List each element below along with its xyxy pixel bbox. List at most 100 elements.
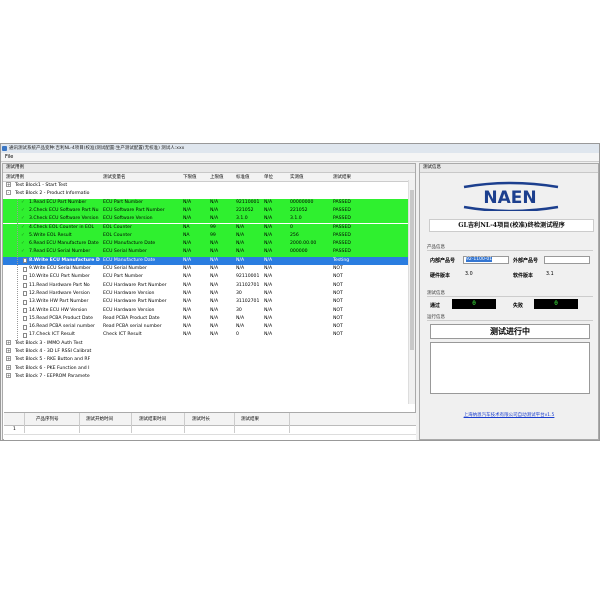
cell-low: N/A [183, 299, 192, 305]
tree-block-row[interactable]: + Test Block 5 - RKE Button and RF [3, 356, 415, 364]
cell-unit: N/A [264, 257, 273, 263]
cell-low: N/A [183, 307, 192, 313]
tree-item-row[interactable]: ✓ 7.Read ECU Serial Number ECU Serial Numb… [3, 248, 415, 257]
tree-item-row[interactable]: ✓ 2.Check ECU Software Part Nu ECU Softwar… [3, 206, 415, 216]
test-case-panel-title: 测试用例 [3, 164, 415, 173]
cell-low: N/A [183, 290, 192, 296]
cell-high: N/A [210, 266, 219, 271]
cell-unit: N/A [264, 324, 273, 330]
check-icon: ✓ [21, 207, 25, 213]
sw-version-label: 软件版本 [513, 273, 534, 279]
cell-std: N/A [236, 241, 245, 247]
cell-result: NOT [333, 274, 343, 280]
cell-low: N/A [183, 199, 192, 205]
cell-unit: N/A [264, 307, 273, 313]
expand-icon[interactable]: + [6, 356, 11, 362]
test-case-name: 17.Check ICT Result [29, 332, 75, 338]
tree-block-row[interactable]: + Test Block 7 - EEPROM Paramete [3, 372, 415, 381]
cell-meas: 000000 [290, 249, 308, 255]
document-icon [23, 299, 27, 305]
col-header-var[interactable]: 测试变量名 [103, 174, 126, 180]
check-icon: ✓ [21, 216, 25, 222]
cell-result: PASSED [333, 224, 351, 230]
col-header-case[interactable]: 测试用例 [6, 174, 24, 180]
check-icon: ✓ [21, 241, 25, 247]
scrollbar-thumb[interactable] [410, 190, 414, 350]
summary-table-row[interactable]: 1 [4, 426, 416, 435]
cell-var: EOL Counter [103, 224, 132, 230]
tree-item-row[interactable]: 12.Read Hardware Version ECU Hardware Ver… [3, 290, 415, 298]
tree-block-row[interactable]: + Test Block1 - Start Test [3, 182, 415, 190]
tree-item-row[interactable]: 9.Write ECU Serial Number ECU Serial Numb… [3, 265, 415, 273]
tree-block-name: Test Block 3 - IMMO Auth Test [15, 340, 83, 346]
tree-block-row[interactable]: + Test Block 4 - 3D LF RSSI Calibrat [3, 348, 415, 356]
document-icon [23, 291, 27, 297]
col-header-meas[interactable]: 实测值 [290, 174, 304, 180]
tree-connector [17, 198, 18, 340]
expand-icon[interactable]: + [6, 182, 11, 187]
cell-var: ECU Serial Number [103, 249, 147, 255]
test-case-name: 6.Read ECU Manufacture Date [29, 241, 99, 247]
company-link[interactable]: 上海纳恩汽车技术有限公司自动测试平台v1.5 [420, 412, 598, 418]
tree-block-row[interactable]: + Test Block 6 - PKE Function and I [3, 364, 415, 373]
col-header-result[interactable]: 测试结果 [333, 174, 351, 180]
cell-result: PASSED [333, 241, 351, 247]
fail-count-label: 失败 [513, 303, 524, 309]
cell-std: 30 [236, 290, 242, 296]
menu-bar: File [1, 153, 599, 162]
test-case-name: 14.Write ECU HW Version [29, 307, 88, 313]
tree-item-row[interactable]: ✓ 6.Read ECU Manufacture Date ECU Manufact… [3, 240, 415, 249]
col-header-unit[interactable]: 单位 [264, 174, 273, 180]
cell-std: 3.1.0 [236, 216, 248, 222]
sw-version-value: 3.1 [546, 272, 554, 277]
tree-block-row[interactable]: - Test Block 2 - Product Informatio [3, 190, 415, 198]
cell-std: N/A [236, 266, 245, 271]
tree-item-row[interactable]: 17.Check ICT Result Check ICT Result N/A N/… [3, 331, 415, 339]
tree-item-row[interactable]: 11.Read Hardware Part No ECU Hardware Par… [3, 282, 415, 290]
test-case-name: 11.Read Hardware Part No [29, 282, 90, 288]
tree-scrollbar[interactable] [408, 180, 415, 404]
document-icon [23, 308, 27, 313]
cell-std: N/A [236, 249, 245, 255]
tree-block-row[interactable]: + Test Block 3 - IMMO Auth Test [3, 339, 415, 348]
cell-var: ECU Hardware Version [103, 307, 155, 313]
tree-item-row[interactable]: ✓ 4.Check EOL Counter in EOL EOL Counter NA… [3, 223, 415, 232]
tree-item-row[interactable]: 13.Write HW Part Number ECU Hardware Part… [3, 298, 415, 306]
tree-item-row[interactable]: 8.Write ECU Manufacture D ECU Manufacture… [3, 256, 415, 265]
expand-icon[interactable]: + [6, 364, 11, 370]
collapse-icon[interactable]: - [6, 190, 11, 196]
cell-low: N/A [183, 216, 192, 222]
tree-item-row[interactable]: ✓ 1.Read ECU Part Number ECU Part Number N/… [3, 198, 415, 207]
expand-icon[interactable]: + [6, 348, 11, 353]
external-pn-field[interactable] [544, 256, 590, 264]
cell-low: NA [183, 224, 190, 230]
col-header-low[interactable]: 下限值 [183, 174, 197, 180]
pass-count-label: 通过 [430, 303, 441, 309]
test-case-name: 13.Write HW Part Number [29, 299, 89, 305]
cell-high: N/A [210, 290, 219, 296]
internal-pn-label: 内部产品号 [430, 258, 456, 264]
cell-high: N/A [210, 299, 219, 305]
test-case-name: 1.Read ECU Part Number [29, 199, 87, 205]
cell-unit: N/A [264, 199, 273, 205]
internal-pn-field[interactable]: 92-1100-01 [463, 256, 509, 264]
tree-item-row[interactable]: ✓ 3.Check ECU Software Version ECU Softwar… [3, 215, 415, 224]
tree-item-row[interactable]: 15.Read PCBA Product Date Read PCBA Produ… [3, 315, 415, 323]
cell-unit: N/A [264, 216, 273, 222]
tree-item-row[interactable]: 16.Read PCBA serial number Read PCBA seri… [3, 323, 415, 331]
cell-high: N/A [210, 249, 219, 255]
running-status: 测试进行中 [430, 324, 590, 339]
cell-low: N/A [183, 274, 192, 280]
expand-icon[interactable]: + [6, 372, 11, 378]
test-case-name: 9.Write ECU Serial Number [29, 266, 91, 271]
col-header-high[interactable]: 上限值 [210, 174, 224, 180]
tree-item-row[interactable]: ✓ 5.Write EOL Result EOL Counter NA 99 N/A N/A… [3, 231, 415, 241]
expand-icon[interactable]: + [6, 339, 11, 345]
tree-item-row[interactable]: 14.Write ECU HW Version ECU Hardware Vers… [3, 307, 415, 315]
col-header-std[interactable]: 标准值 [236, 174, 250, 180]
tree-item-row[interactable]: 10.Write ECU Part Number ECU Part Number N… [3, 273, 415, 281]
menu-file[interactable]: File [5, 154, 13, 160]
cell-result: NOT [333, 290, 343, 296]
cell-high: N/A [210, 307, 219, 313]
cell-unit: N/A [264, 299, 273, 305]
